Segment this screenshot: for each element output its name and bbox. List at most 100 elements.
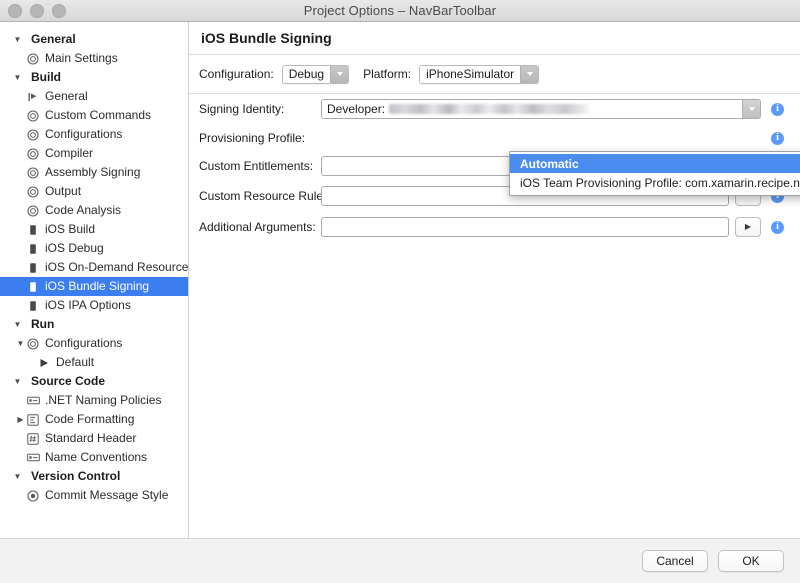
sidebar-item-general[interactable]: General bbox=[0, 30, 188, 49]
sidebar-item-standard-header[interactable]: Standard Header bbox=[0, 429, 188, 448]
provisioning-profile-dropdown[interactable]: Automatic iOS Team Provisioning Profile: … bbox=[509, 151, 800, 196]
sidebar-item-compiler[interactable]: Compiler bbox=[0, 144, 188, 163]
close-button[interactable] bbox=[8, 4, 22, 18]
device-icon bbox=[26, 280, 40, 294]
gear-icon bbox=[26, 109, 40, 123]
sidebar-item-custom-commands[interactable]: Custom Commands bbox=[0, 106, 188, 125]
sidebar-item-code-formatting[interactable]: Code Formatting bbox=[0, 410, 188, 429]
dropdown-option-label: iOS Team Provisioning Profile: com.xamar… bbox=[520, 176, 800, 190]
dropdown-option[interactable]: iOS Team Provisioning Profile: com.xamar… bbox=[510, 173, 800, 192]
sidebar-item-label: Main Settings bbox=[45, 49, 118, 68]
signing-identity-prefix: Developer: bbox=[327, 102, 385, 116]
sidebar-item-label: Output bbox=[45, 182, 81, 201]
sidebar-item-configurations[interactable]: Configurations bbox=[0, 334, 188, 353]
provisioning-profile-row: Provisioning Profile: i bbox=[189, 124, 800, 152]
sidebar-item-label: Commit Message Style bbox=[45, 486, 168, 505]
zoom-button[interactable] bbox=[52, 4, 66, 18]
sidebar-item-label: Configurations bbox=[45, 125, 122, 144]
sidebar-item-output[interactable]: Output bbox=[0, 182, 188, 201]
window-controls bbox=[8, 0, 66, 22]
sidebar-item-ios-on-demand-resources[interactable]: iOS On-Demand Resources bbox=[0, 258, 188, 277]
custom-entitlements-label: Custom Entitlements: bbox=[199, 159, 321, 173]
sidebar-item-label: Custom Commands bbox=[45, 106, 151, 125]
ok-button[interactable]: OK bbox=[718, 550, 784, 572]
additional-arguments-expand-button[interactable]: ▶ bbox=[735, 217, 761, 237]
additional-arguments-row: Additional Arguments: ▶ i bbox=[189, 212, 800, 242]
sidebar-item-build[interactable]: Build bbox=[0, 68, 188, 87]
gear-icon bbox=[26, 185, 40, 199]
sidebar-item-label: Code Analysis bbox=[45, 201, 121, 220]
additional-arguments-input[interactable] bbox=[321, 217, 729, 237]
chevron-down-icon bbox=[330, 66, 348, 83]
sidebar-item-ios-debug[interactable]: iOS Debug bbox=[0, 239, 188, 258]
project-options-window: Project Options – NavBarToolbar GeneralM… bbox=[0, 0, 800, 583]
configuration-label: Configuration: bbox=[199, 67, 274, 81]
sidebar-item-name-conventions[interactable]: Name Conventions bbox=[0, 448, 188, 467]
sidebar-item-ios-ipa-options[interactable]: iOS IPA Options bbox=[0, 296, 188, 315]
sidebar-item-net-naming-policies[interactable]: .NET Naming Policies bbox=[0, 391, 188, 410]
disclosure-open-icon[interactable] bbox=[12, 36, 23, 44]
disclosure-open-icon[interactable] bbox=[12, 378, 23, 386]
dialog-footer: Cancel OK bbox=[0, 538, 800, 583]
device-icon bbox=[26, 242, 40, 256]
configuration-popup[interactable]: Debug bbox=[282, 65, 349, 84]
sidebar-item-label: Assembly Signing bbox=[45, 163, 140, 182]
configuration-value: Debug bbox=[283, 66, 330, 83]
sidebar-item-commit-message-style[interactable]: Commit Message Style bbox=[0, 486, 188, 505]
dropdown-option-label: Automatic bbox=[520, 157, 579, 171]
sidebar-item-label: Code Formatting bbox=[45, 410, 134, 429]
platform-popup[interactable]: iPhoneSimulator bbox=[419, 65, 539, 84]
format-icon bbox=[26, 413, 40, 427]
sidebar-item-general[interactable]: General bbox=[0, 87, 188, 106]
platform-label: Platform: bbox=[363, 67, 411, 81]
additional-arguments-info-icon[interactable]: i bbox=[771, 221, 784, 234]
options-sidebar[interactable]: GeneralMain SettingsBuildGeneralCustom C… bbox=[0, 22, 189, 583]
chevron-down-icon bbox=[742, 100, 760, 118]
signing-identity-row: Signing Identity: Developer: i bbox=[189, 94, 800, 124]
sidebar-item-label: iOS Debug bbox=[45, 239, 104, 258]
device-icon bbox=[26, 223, 40, 237]
sidebar-item-ios-bundle-signing[interactable]: iOS Bundle Signing bbox=[0, 277, 188, 296]
sidebar-item-label: Run bbox=[31, 315, 54, 334]
sidebar-item-assembly-signing[interactable]: Assembly Signing bbox=[0, 163, 188, 182]
disclosure-open-icon[interactable] bbox=[12, 321, 23, 329]
gear-icon bbox=[26, 52, 40, 66]
sidebar-item-run[interactable]: Run bbox=[0, 315, 188, 334]
naming-icon bbox=[26, 394, 40, 408]
sidebar-item-ios-build[interactable]: iOS Build bbox=[0, 220, 188, 239]
gear-icon bbox=[26, 337, 40, 351]
disclosure-open-icon[interactable] bbox=[15, 340, 26, 348]
disclosure-closed-icon[interactable] bbox=[15, 416, 26, 424]
cancel-button[interactable]: Cancel bbox=[642, 550, 708, 572]
sidebar-item-version-control[interactable]: Version Control bbox=[0, 467, 188, 486]
disclosure-open-icon[interactable] bbox=[12, 473, 23, 481]
sidebar-item-default[interactable]: Default bbox=[0, 353, 188, 372]
sidebar-item-main-settings[interactable]: Main Settings bbox=[0, 49, 188, 68]
signing-identity-value: Developer: bbox=[322, 100, 742, 118]
signing-identity-info-icon[interactable]: i bbox=[771, 103, 784, 116]
sidebar-item-code-analysis[interactable]: Code Analysis bbox=[0, 201, 188, 220]
sidebar-item-label: .NET Naming Policies bbox=[45, 391, 161, 410]
additional-arguments-label: Additional Arguments: bbox=[199, 220, 321, 234]
provisioning-profile-info-icon[interactable]: i bbox=[771, 132, 784, 145]
flag-icon bbox=[26, 90, 40, 104]
gear-icon bbox=[26, 166, 40, 180]
naming-icon bbox=[26, 451, 40, 465]
signing-identity-combo[interactable]: Developer: bbox=[321, 99, 761, 119]
custom-resource-rules-label: Custom Resource Rules: bbox=[199, 189, 321, 203]
window-titlebar: Project Options – NavBarToolbar bbox=[0, 0, 800, 22]
hash-icon bbox=[26, 432, 40, 446]
disclosure-open-icon[interactable] bbox=[12, 74, 23, 82]
device-icon bbox=[26, 299, 40, 313]
sidebar-item-configurations[interactable]: Configurations bbox=[0, 125, 188, 144]
chevron-down-icon bbox=[520, 66, 538, 83]
sidebar-item-source-code[interactable]: Source Code bbox=[0, 372, 188, 391]
sidebar-item-label: iOS Bundle Signing bbox=[45, 277, 149, 296]
sidebar-item-label: Compiler bbox=[45, 144, 93, 163]
dropdown-option[interactable]: Automatic bbox=[510, 154, 800, 173]
sidebar-item-label: Standard Header bbox=[45, 429, 136, 448]
minimize-button[interactable] bbox=[30, 4, 44, 18]
window-content: GeneralMain SettingsBuildGeneralCustom C… bbox=[0, 22, 800, 583]
configuration-row: Configuration: Debug Platform: iPhoneSim… bbox=[189, 55, 800, 93]
window-title: Project Options – NavBarToolbar bbox=[304, 3, 496, 18]
